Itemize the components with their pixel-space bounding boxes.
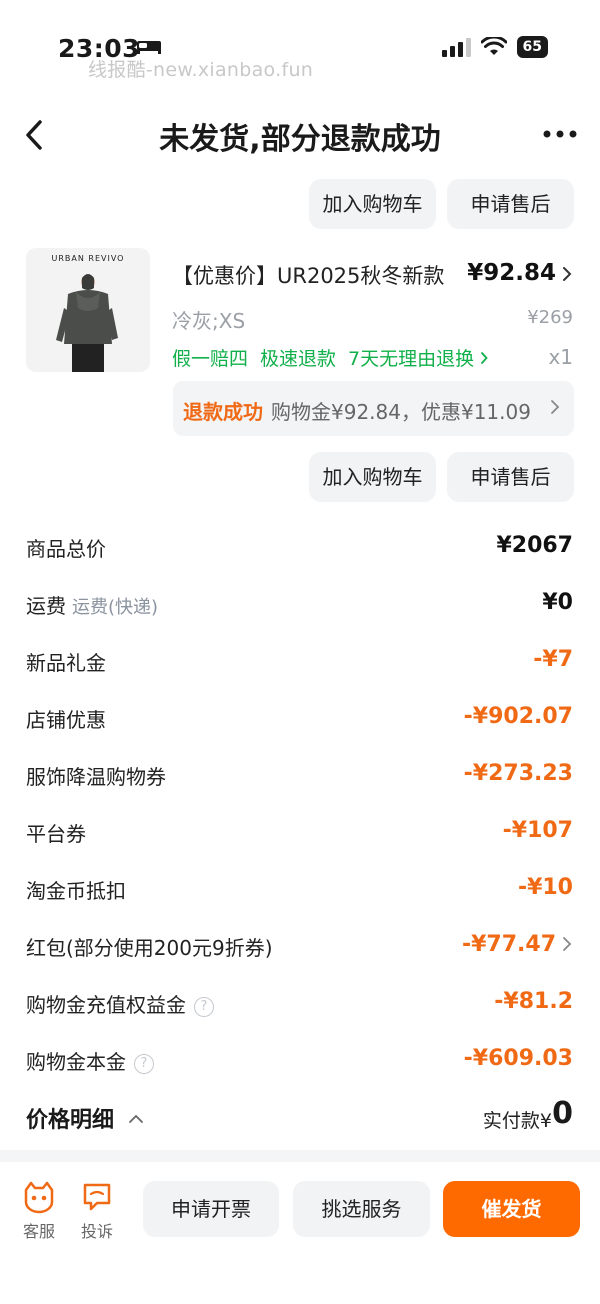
shipping-method: 运费(快递): [72, 597, 159, 618]
after-sale-button[interactable]: 申请售后: [447, 179, 574, 229]
product-name[interactable]: 【优惠价】UR2025秋冬新款: [172, 260, 444, 290]
add-to-cart-button-item[interactable]: 加入购物车: [309, 452, 436, 502]
add-to-cart-button[interactable]: 加入购物车: [309, 179, 436, 229]
customer-service-label: 客服: [22, 1222, 55, 1241]
price-detail-label: 价格明细: [26, 1108, 115, 1133]
complaint-label: 投诉: [80, 1222, 113, 1241]
row-shipping: 运费 运费(快递): [26, 590, 158, 619]
after-sale-button-item[interactable]: 申请售后: [447, 452, 574, 502]
row-label-principal: 购物金本金: [26, 1050, 126, 1074]
paid-label: 实付款¥: [482, 1110, 552, 1132]
product-image[interactable]: URBAN REVIVO: [26, 248, 150, 372]
row-value-red-packet[interactable]: -¥77.47: [462, 932, 556, 957]
product-spec: 冷灰;XS: [172, 309, 246, 333]
quantity: x1: [548, 345, 573, 369]
row-value-shipping: ¥0: [542, 590, 573, 615]
chevron-up-icon: [128, 1114, 143, 1123]
request-invoice-button[interactable]: 申请开票: [143, 1181, 279, 1237]
chevron-right-icon: [551, 400, 560, 414]
row-value-recharge-bonus: -¥81.2: [494, 989, 573, 1014]
sleep-focus-icon: [137, 41, 161, 54]
row-value-new-gift: -¥7: [533, 647, 573, 672]
more-icon[interactable]: [542, 126, 578, 142]
paid-value: 0: [552, 1096, 573, 1131]
row-label-red-packet[interactable]: 红包(部分使用200元9折券): [26, 932, 273, 961]
row-label-platform-coupon: 平台券: [26, 822, 86, 846]
row-label-new-gift: 新品礼金: [26, 651, 106, 675]
complaint-button[interactable]: 投诉: [76, 1180, 118, 1242]
refund-detail: 购物金¥92.84，优惠¥11.09: [271, 400, 531, 424]
watermark: 线报酷-new.xianbao.fun: [88, 59, 314, 81]
chevron-right-icon[interactable]: [562, 936, 572, 952]
urge-shipping-button[interactable]: 催发货: [443, 1181, 580, 1237]
row-value-platform-coupon: -¥107: [502, 818, 573, 843]
row-label-apparel-coupon: 服饰降温购物券: [26, 765, 166, 789]
help-icon[interactable]: ?: [134, 1054, 154, 1074]
row-value-coins: -¥10: [517, 875, 573, 900]
row-value-total: ¥2067: [496, 533, 573, 558]
wifi-icon: [480, 37, 507, 55]
complaint-icon: [83, 1183, 111, 1211]
row-label-shipping: 运费: [26, 594, 66, 618]
help-icon[interactable]: ?: [194, 997, 214, 1017]
battery-indicator: 65: [516, 36, 548, 58]
section-divider: [0, 1150, 600, 1162]
row-recharge-bonus: 购物金充值权益金?: [26, 989, 214, 1018]
refund-status: 退款成功: [183, 400, 263, 424]
row-label-store-discount: 店铺优惠: [26, 708, 106, 732]
row-value-apparel-coupon: -¥273.23: [463, 761, 573, 786]
customer-service-icon: [24, 1181, 54, 1214]
pick-service-button[interactable]: 挑选服务: [293, 1181, 430, 1237]
product-price: ¥92.84: [467, 260, 556, 286]
row-label-recharge-bonus: 购物金充值权益金: [26, 993, 186, 1017]
service-tags[interactable]: 假一赔四 极速退款 7天无理由退换: [172, 344, 488, 371]
chevron-right-icon: [480, 351, 488, 364]
page-title: 未发货,部分退款成功: [159, 122, 441, 157]
refund-status-box[interactable]: 退款成功 购物金¥92.84，优惠¥11.09: [173, 381, 574, 436]
row-label-total: 商品总价: [26, 537, 106, 561]
tag-fake-compensation: 假一赔四: [172, 348, 249, 370]
price-detail-toggle[interactable]: 价格明细: [26, 1102, 144, 1134]
chevron-right-icon[interactable]: [562, 266, 572, 282]
original-price: ¥269: [527, 307, 573, 328]
tag-7day-return: 7天无理由退换: [348, 348, 475, 370]
tag-fast-refund: 极速退款: [260, 348, 337, 370]
row-value-principal: -¥609.03: [463, 1046, 573, 1071]
row-label-coins: 淘金币抵扣: [26, 879, 126, 903]
row-principal: 购物金本金?: [26, 1046, 154, 1075]
row-value-store-discount: -¥902.07: [463, 704, 573, 729]
customer-service-button[interactable]: 客服: [18, 1180, 60, 1242]
signal-icon: [441, 38, 471, 57]
model-figure: [56, 274, 118, 372]
